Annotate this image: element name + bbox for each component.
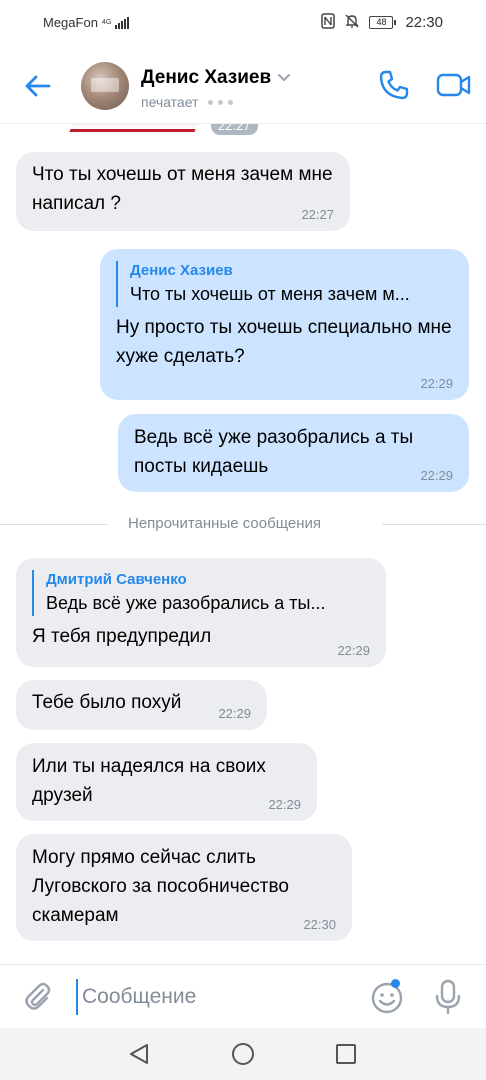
battery-icon: 48 (369, 16, 397, 29)
mute-bell-icon (344, 13, 360, 32)
incoming-message[interactable]: Или ты надеялся на своих друзей 22:29 (16, 743, 317, 821)
message-time: 22:29 (420, 376, 453, 391)
clock: 22:30 (405, 14, 443, 31)
chat-header: Денис Хазиев печатает (0, 48, 486, 124)
message-time: 22:29 (420, 468, 453, 483)
unread-divider: Непрочитанные сообщения (0, 514, 486, 534)
paperclip-icon[interactable] (22, 981, 54, 1013)
message-text: Ведь всё уже разобрались а ты посты кида… (134, 427, 414, 477)
reply-author: Денис Хазиев (130, 262, 233, 279)
microphone-icon[interactable] (432, 978, 464, 1016)
nav-home-icon[interactable] (231, 1042, 255, 1071)
outgoing-message[interactable]: Денис Хазиев Что ты хочешь от меня зачем… (100, 249, 469, 400)
message-time: 22:29 (337, 643, 370, 658)
nav-recent-icon[interactable] (335, 1043, 357, 1070)
incoming-message[interactable]: Дмитрий Савченко Ведь всё уже разобралис… (16, 558, 386, 667)
reply-text: Ведь всё уже разобрались а ты... (46, 593, 326, 613)
message-text: Я тебя предупредил (32, 626, 212, 647)
message-composer (0, 964, 486, 1028)
reply-author: Дмитрий Савченко (46, 571, 187, 588)
avatar[interactable] (81, 62, 129, 110)
nav-back-icon[interactable] (127, 1042, 151, 1071)
reply-quote[interactable]: Денис Хазиев Что ты хочешь от меня зачем… (116, 261, 453, 307)
status-left: MegaFon 4G (43, 15, 130, 30)
typing-label: печатает (141, 94, 199, 110)
phone-icon[interactable] (377, 68, 411, 102)
nfc-icon (321, 13, 336, 32)
message-time: 22:27 (301, 207, 334, 222)
message-time: 22:30 (303, 917, 336, 932)
message-input[interactable] (76, 979, 356, 1015)
status-right: 48 22:30 (321, 13, 443, 32)
contact-name: Денис Хазиев (141, 67, 272, 88)
message-text: Ну просто ты хочешь специально мне хуже … (116, 317, 452, 367)
message-time: 22:29 (268, 797, 301, 812)
incoming-message[interactable]: Тебе было похуй 22:29 (16, 680, 267, 730)
emoji-notification-dot (391, 979, 400, 988)
incoming-message[interactable]: Что ты хочешь от меня зачем мне написал … (16, 152, 350, 231)
incoming-message[interactable]: Могу прямо сейчас слить Луговского за по… (16, 834, 352, 941)
signal-icon (115, 16, 130, 29)
carrier-name: MegaFon (43, 15, 98, 30)
video-camera-icon[interactable] (436, 68, 472, 102)
status-bar: MegaFon 4G 48 22:30 (0, 0, 486, 48)
network-label: 4G (101, 19, 112, 26)
unread-divider-label: Непрочитанные сообщения (128, 515, 321, 532)
battery-level: 48 (369, 16, 394, 29)
typing-status: печатает (141, 94, 234, 110)
chevron-down-icon (277, 70, 291, 86)
message-time: 22:29 (218, 706, 251, 721)
network-type: 4G (102, 19, 111, 26)
message-text: Или ты надеялся на своих друзей (32, 756, 266, 806)
previous-message-time: 22:27 (211, 124, 258, 135)
message-text: Могу прямо сейчас слить Луговского за по… (32, 847, 289, 926)
message-text: Что ты хочешь от меня зачем мне написал … (32, 164, 333, 214)
reply-quote[interactable]: Дмитрий Савченко Ведь всё уже разобралис… (32, 570, 370, 616)
contact-name-button[interactable]: Денис Хазиев (141, 67, 291, 89)
back-arrow-icon[interactable] (22, 70, 54, 102)
outgoing-message[interactable]: Ведь всё уже разобрались а ты посты кида… (118, 414, 469, 492)
system-nav-bar (0, 1028, 486, 1080)
reply-text: Что ты хочешь от меня зачем м... (130, 284, 410, 304)
typing-dots-icon (208, 99, 234, 105)
message-list[interactable]: 22:27 Что ты хочешь от меня зачем мне на… (0, 124, 486, 964)
previous-image-fragment (69, 124, 200, 132)
